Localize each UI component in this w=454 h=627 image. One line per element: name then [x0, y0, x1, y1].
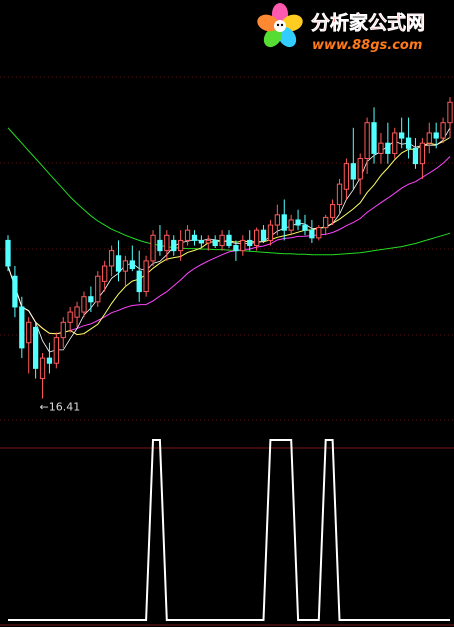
candle-down — [46, 357, 53, 364]
site-watermark: 分析家公式网 www.88gs.com — [257, 3, 425, 53]
candle-down — [136, 270, 142, 293]
candle-up — [95, 275, 101, 303]
candle-down — [385, 142, 391, 154]
candle-up — [74, 306, 80, 318]
candle-up — [178, 239, 184, 252]
candle-down — [19, 306, 25, 349]
candle-up — [60, 321, 66, 339]
candle-up — [39, 357, 46, 380]
candle-down — [171, 239, 177, 252]
signal-line — [8, 439, 450, 621]
candle-down — [302, 224, 308, 231]
candle-up — [102, 265, 108, 282]
candle-down — [405, 137, 412, 149]
flower-logo-icon — [257, 3, 303, 48]
candle-up — [81, 296, 87, 313]
candle-down — [260, 229, 267, 241]
candle-down — [115, 255, 122, 272]
chart-canvas: ←16.41 分析家公式网 www.88gs.com — [0, 3, 454, 626]
candle-down — [281, 214, 287, 231]
candle-down — [412, 147, 419, 165]
candle-up — [419, 142, 426, 165]
candle-up — [274, 214, 280, 226]
candle-down — [350, 163, 356, 180]
candle-up — [143, 260, 149, 293]
candle-up — [164, 234, 170, 252]
candle-up — [150, 234, 156, 262]
candle-up — [53, 337, 59, 364]
candle-up — [440, 122, 446, 139]
candle-down — [399, 132, 405, 139]
candle-down — [32, 326, 39, 369]
candle-up — [343, 163, 350, 190]
candle-up — [426, 132, 432, 144]
candle-up — [267, 224, 274, 241]
candle-up — [288, 219, 294, 231]
candle-down — [191, 234, 198, 241]
candle-down — [226, 234, 232, 247]
low-price-annotation: ←16.41 — [40, 401, 81, 414]
signal-panel — [8, 439, 450, 621]
candle-down — [295, 219, 301, 226]
candle-up — [240, 239, 246, 252]
candle-down — [371, 122, 377, 154]
candle-up — [122, 260, 129, 272]
candle-down — [433, 132, 439, 139]
candle-up — [184, 229, 191, 241]
candle-up — [316, 227, 322, 239]
candle-down — [12, 275, 18, 308]
candle-up — [26, 321, 32, 344]
candle-up — [67, 311, 73, 323]
candle-down — [5, 239, 11, 267]
candlestick-panel — [5, 97, 453, 399]
candle-down — [233, 245, 239, 252]
candle-up — [392, 132, 398, 154]
candle-down — [212, 239, 218, 247]
candle-up — [336, 183, 343, 206]
candle-up — [357, 158, 363, 180]
candle-up — [205, 239, 211, 244]
candle-down — [88, 296, 94, 303]
candle-down — [129, 260, 135, 270]
candle-up — [253, 229, 260, 247]
candle-up — [108, 250, 115, 267]
candle-up — [323, 216, 329, 229]
candle-down — [247, 239, 253, 247]
watermark-title: 分析家公式网 — [311, 11, 425, 34]
candle-up — [329, 204, 336, 218]
candle-down — [309, 229, 315, 239]
candle-down — [157, 239, 163, 252]
candle-up — [219, 234, 225, 247]
candle-up — [447, 101, 453, 124]
candle-up — [378, 142, 384, 154]
candle-up — [364, 122, 370, 160]
watermark-url: www.88gs.com — [312, 38, 422, 53]
candle-down — [198, 239, 205, 244]
